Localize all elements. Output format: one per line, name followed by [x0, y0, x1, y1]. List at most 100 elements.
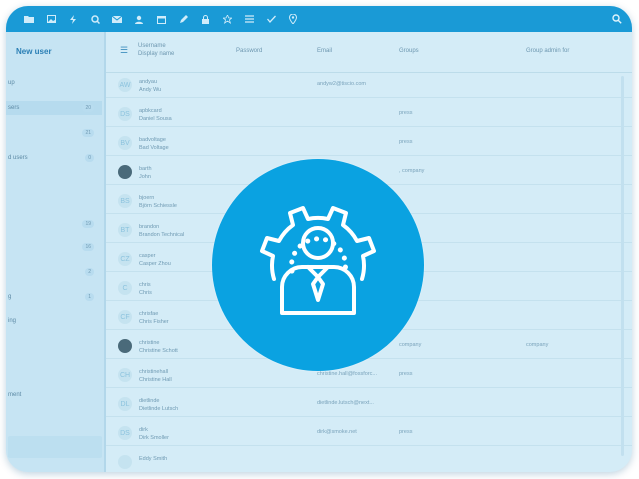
username-text: andyau: [139, 79, 158, 85]
app-icons: [18, 6, 304, 32]
email-cell: christine.hall@fossforc...: [317, 371, 377, 377]
avatar: [118, 455, 132, 469]
sidebar-item[interactable]: 21: [6, 126, 102, 140]
scrollbar[interactable]: [621, 76, 624, 456]
user-name-cell: chris Chris: [139, 281, 152, 297]
groups-cell: press: [399, 371, 413, 377]
display-name-text: Christine Hall: [139, 377, 172, 383]
sidebar-item[interactable]: d users 0: [6, 151, 102, 165]
display-name-text: Dietlinde Lutsch: [139, 406, 179, 412]
username-text: christinehall: [139, 369, 169, 375]
sidebar-item[interactable]: 16: [6, 240, 102, 254]
username-text: chrisfae: [139, 311, 159, 317]
username-text: christine: [139, 340, 160, 346]
avatar: BS: [118, 194, 132, 208]
folder-icon[interactable]: [18, 6, 40, 32]
bolt-icon[interactable]: [62, 6, 84, 32]
display-name-text: Björn Schiessle: [139, 203, 177, 209]
display-name-text: Christine Schott: [139, 348, 178, 354]
username-text: apbkcard: [139, 108, 162, 114]
password-header: Password: [236, 48, 263, 54]
display-name-text: Chris: [139, 290, 152, 296]
new-user-button[interactable]: New user: [6, 40, 104, 62]
group-admin-cell: company: [526, 342, 549, 348]
sidebar-item[interactable]: ing: [6, 314, 102, 328]
avatar: DS: [118, 107, 132, 121]
email-cell: dirk@smoke.net: [317, 429, 357, 435]
avatar: CH: [118, 368, 132, 382]
display-name-text: Chris Fisher: [139, 319, 169, 325]
groups-header: Groups: [399, 48, 419, 54]
contacts-icon[interactable]: [128, 6, 150, 32]
sidebar-item[interactable]: ment: [6, 388, 102, 402]
avatar: [118, 165, 132, 179]
star-icon[interactable]: [216, 6, 238, 32]
sidebar-item[interactable]: 19: [6, 217, 102, 231]
table-row[interactable]: AW andyau Andy Wu andyw2@tiscio.com: [106, 72, 632, 98]
display-name-text: Dirk Smoller: [139, 435, 169, 441]
sidebar-item[interactable]: sers 20: [6, 101, 102, 115]
check-icon[interactable]: [260, 6, 282, 32]
user-name-cell: christinehall Christine Hall: [139, 368, 172, 384]
count-badge: 1: [85, 293, 94, 301]
calendar-icon[interactable]: [150, 6, 172, 32]
display-name-text: Andy Wu: [139, 87, 162, 93]
table-header: ☰ Username Display name Password Email G…: [106, 32, 632, 73]
image-icon[interactable]: [40, 6, 62, 32]
email-cell: andyw2@tiscio.com: [317, 81, 366, 87]
count-badge: 0: [85, 154, 94, 162]
sidebar-item[interactable]: 2: [6, 265, 102, 279]
sidebar: New user up sers 20 21 d users 0 19 16 2 g…: [6, 32, 106, 472]
table-row[interactable]: Eddy Smith: [106, 449, 632, 472]
display-name-text: John: [139, 174, 151, 180]
email-cell: dietlinde.lutsch@next...: [317, 400, 374, 406]
user-name-cell: chrisfae Chris Fisher: [139, 310, 169, 326]
list-icon[interactable]: [238, 6, 260, 32]
user-name-cell: bjoern Björn Schiessle: [139, 194, 177, 210]
table-row[interactable]: DS apbkcard Daniel Sousa press: [106, 101, 632, 127]
sidebar-item[interactable]: g1: [6, 290, 102, 304]
avatar: [118, 339, 132, 353]
username-text: dirk: [139, 427, 148, 433]
search-icon[interactable]: [612, 6, 622, 32]
count-badge: 2: [85, 268, 94, 276]
count-badge: 21: [82, 129, 94, 137]
user-name-cell: dietlinde Dietlinde Lutsch: [139, 397, 178, 413]
user-name-cell: Eddy Smith: [139, 455, 167, 463]
groups-cell: press: [399, 429, 413, 435]
avatar: DS: [118, 426, 132, 440]
search-circle-icon[interactable]: [84, 6, 106, 32]
username-text: dietlinde: [139, 398, 160, 404]
display-name-text: Brandon Technical: [139, 232, 185, 238]
avatar: CZ: [118, 252, 132, 266]
avatar: C: [118, 281, 132, 295]
display-name-text: Casper Zhou: [139, 261, 171, 267]
username-text: barth: [139, 166, 152, 172]
groups-cell: press: [399, 139, 413, 145]
username-text: brandon: [139, 224, 160, 230]
user-name-cell: andyau Andy Wu: [139, 78, 161, 94]
count-badge: 19: [82, 220, 94, 228]
new-user-label: New user: [16, 46, 52, 56]
user-name-cell: dirk Dirk Smoller: [139, 426, 169, 442]
username-text: badvoltage: [139, 137, 166, 143]
avatar: AW: [118, 78, 132, 92]
mail-icon[interactable]: [106, 6, 128, 32]
table-row[interactable]: DS dirk Dirk Smoller dirk@smoke.net press: [106, 420, 632, 446]
sidebar-item[interactable]: up: [6, 76, 102, 90]
user-name-cell: apbkcard Daniel Sousa: [139, 107, 172, 123]
username-text: bjoern: [139, 195, 155, 201]
table-row[interactable]: BV badvoltage Bad Voltage press: [106, 130, 632, 156]
avatar: CF: [118, 310, 132, 324]
username-text: chris: [139, 282, 151, 288]
username-text: casper: [139, 253, 156, 259]
menu-icon[interactable]: ☰: [120, 45, 128, 56]
location-icon[interactable]: [282, 6, 304, 32]
pencil-icon[interactable]: [172, 6, 194, 32]
settings-panel-toggle[interactable]: [8, 436, 102, 458]
user-name-cell: badvoltage Bad Voltage: [139, 136, 169, 152]
lock-icon[interactable]: [194, 6, 216, 32]
group-admin-header: Group admin for: [526, 48, 570, 54]
username-text: Eddy Smith: [139, 456, 168, 462]
table-row[interactable]: DL dietlinde Dietlinde Lutsch dietlinde.lut…: [106, 391, 632, 417]
